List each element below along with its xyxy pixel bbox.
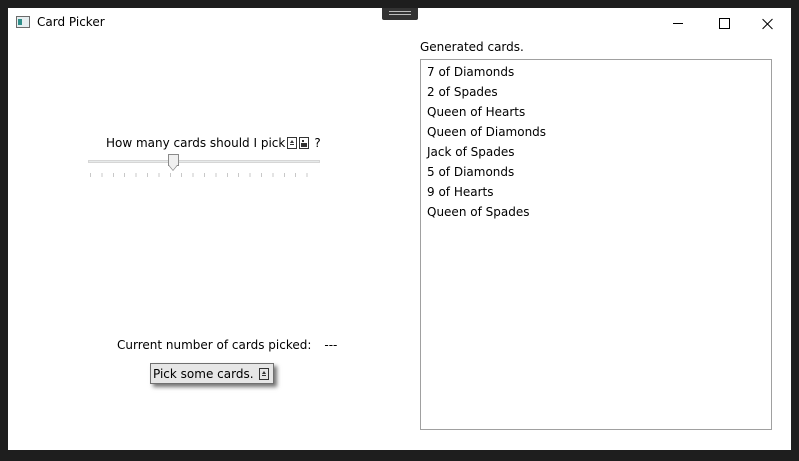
current-count-value: ---: [324, 338, 338, 352]
slider-track[interactable]: [88, 160, 320, 163]
app-window-icon: [16, 16, 30, 28]
prompt-text: How many cards should I pick: [106, 136, 286, 150]
card-count-slider[interactable]: [88, 154, 320, 184]
maximize-button[interactable]: [701, 8, 747, 39]
maximize-icon: [718, 18, 730, 29]
list-item[interactable]: Queen of Spades: [427, 203, 771, 223]
increment-icon[interactable]: [287, 137, 298, 149]
current-count-row: Current number of cards picked: ---: [117, 338, 337, 352]
list-item[interactable]: Jack of Spades: [427, 143, 771, 163]
drag-handle-icon[interactable]: [382, 8, 418, 20]
card-count-prompt: How many cards should I pick ?: [106, 136, 321, 150]
title-bar[interactable]: Card Picker: [8, 8, 791, 39]
app-window: Card Picker How many cards should I pick…: [8, 8, 791, 450]
close-button[interactable]: [745, 8, 791, 39]
slider-ticks: [90, 173, 318, 177]
list-item[interactable]: 2 of Spades: [427, 83, 771, 103]
slider-thumb[interactable]: [167, 154, 179, 171]
prompt-question-mark: ?: [314, 136, 321, 150]
image-icon[interactable]: [299, 137, 310, 149]
increment-icon: [258, 367, 269, 380]
list-item[interactable]: 7 of Diamonds: [427, 63, 771, 83]
generated-cards-list[interactable]: 7 of Diamonds 2 of Spades Queen of Hearts Q…: [420, 59, 772, 430]
list-item[interactable]: 9 of Hearts: [427, 183, 771, 203]
list-item[interactable]: Queen of Hearts: [427, 103, 771, 123]
current-count-label: Current number of cards picked:: [117, 338, 312, 352]
window-title: Card Picker: [37, 15, 105, 29]
minimize-button[interactable]: [655, 8, 701, 39]
minimize-icon: [673, 23, 683, 24]
pick-cards-button-label: Pick some cards.: [153, 366, 254, 381]
pick-cards-button[interactable]: Pick some cards.: [150, 363, 274, 384]
generated-cards-label: Generated cards.: [420, 40, 524, 54]
list-item[interactable]: Queen of Diamonds: [427, 123, 771, 143]
close-icon: [762, 18, 774, 30]
list-item[interactable]: 5 of Diamonds: [427, 163, 771, 183]
